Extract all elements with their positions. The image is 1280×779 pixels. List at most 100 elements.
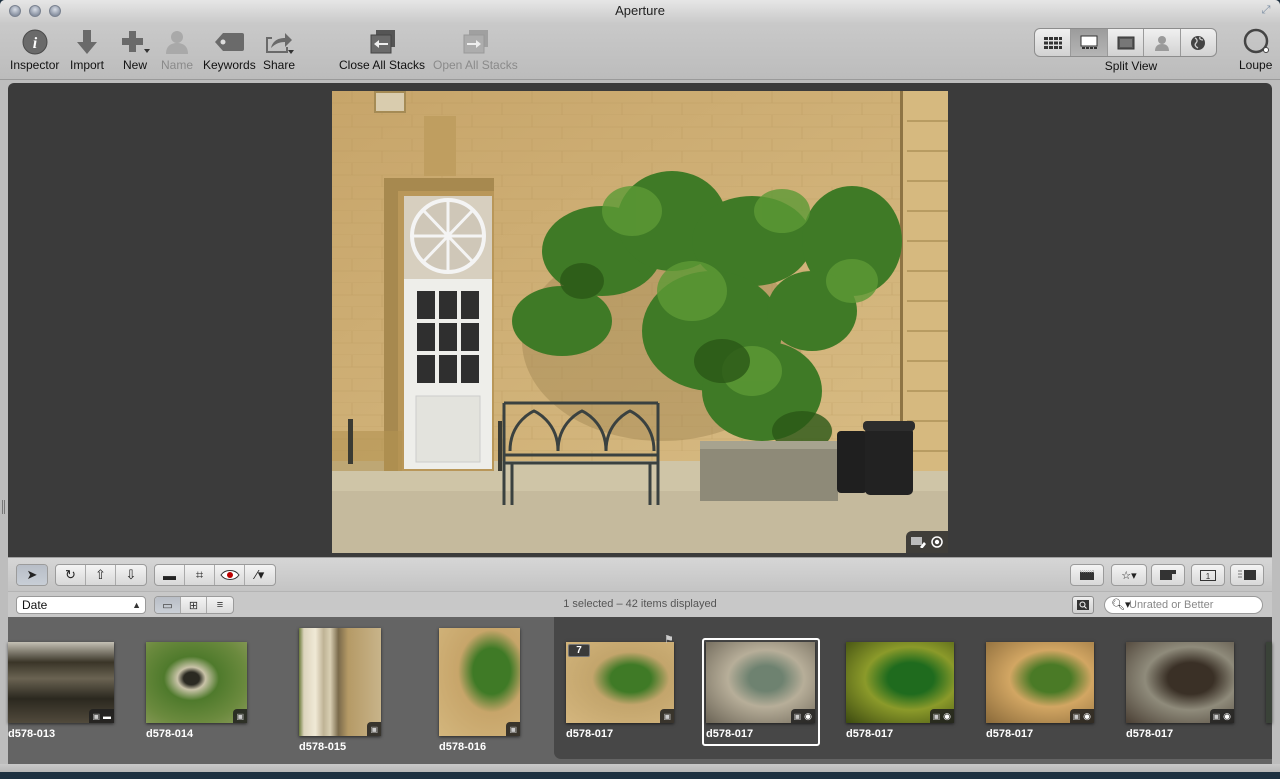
show-metadata-button[interactable] [1231, 565, 1263, 585]
sort-select[interactable]: Date ▲ [16, 596, 146, 614]
primary-only-button[interactable]: 1 [1192, 565, 1224, 585]
window-bottom-edge [0, 764, 1280, 772]
viewer-mode-button-wrap [1070, 564, 1104, 586]
crop-tool-button[interactable]: ⌗ [185, 565, 215, 585]
filmstrip-button-wrap [1151, 564, 1185, 586]
import-button[interactable]: Import [70, 28, 104, 72]
fullscreen-icon[interactable]: ⤢ [1260, 4, 1272, 16]
straighten-tool-button[interactable]: ▬ [155, 565, 185, 585]
rating-button-wrap: ☆▾ [1111, 564, 1147, 586]
brush-tool-button[interactable]: ⁄▾ [245, 565, 275, 585]
browser-view-button[interactable] [1035, 29, 1072, 56]
open-all-stacks-button[interactable]: Open All Stacks [433, 28, 518, 72]
thumbnail-badges: ▣ ◉ [929, 709, 954, 723]
new-button[interactable]: New [120, 28, 150, 72]
adjustments-badge-icon: ▣ [92, 711, 100, 721]
filmstrip-browser: ▣ ▬ d578-013 ▣ d578-014 ▣ d578-015 ▣ d57… [8, 617, 1272, 764]
selection-tool-button[interactable]: ➤ [17, 565, 47, 585]
panel-resize-handle[interactable] [2, 500, 5, 514]
thumbnail-caption: d578-017 [566, 728, 614, 740]
version-badge-icon: ◉ [1083, 710, 1091, 721]
filmstrip-layout-icon: ▭ [162, 599, 173, 612]
thumbnail-caption: d578-013 [8, 728, 56, 740]
metadata-button-wrap [1230, 564, 1264, 586]
thumbnail-badges: ▣ [506, 722, 520, 736]
arrow-pointer-icon: ➤ [26, 567, 38, 582]
filmstrip-layout-button[interactable]: ▭ [155, 597, 181, 613]
thumbnail-caption: d578-017 [1126, 728, 1174, 740]
share-icon [263, 28, 295, 56]
places-view-button[interactable] [1181, 29, 1216, 56]
adjustments-badge-icon: ▣ [793, 711, 802, 721]
thumbnail-caption: d578-017 [986, 728, 1034, 740]
search-field[interactable]: 🔍︎▾ Unrated or Better [1104, 596, 1263, 614]
share-button[interactable]: Share [263, 28, 295, 72]
straighten-icon: ▬ [163, 567, 176, 583]
viewer [8, 83, 1272, 557]
browser-filter-bar: 1 selected – 42 items displayed Date ▲ ▭… [8, 591, 1272, 617]
toolbar: Aperture ⤢ i Inspector Import New Name K… [0, 0, 1280, 80]
inspector-button[interactable]: i Inspector [10, 28, 59, 72]
red-eye-tool-button[interactable] [215, 565, 245, 585]
split-view-icon [1080, 35, 1098, 49]
adjustments-badge-icon: ▣ [236, 711, 244, 721]
thumbnail-image [1266, 642, 1272, 723]
svg-text:1: 1 [1206, 572, 1211, 581]
stack-count-badge[interactable]: 7 [568, 644, 590, 657]
thumbnail-image: ▣ [439, 628, 520, 736]
thumbnail-caption: d578-014 [146, 728, 194, 740]
photo-badges [906, 531, 948, 553]
version-badge-icon: ◉ [804, 710, 812, 721]
updown-arrows-icon: ▲ [132, 600, 141, 610]
thumbnail-image: ▣ ▬ [8, 642, 114, 723]
rotate-lift-stamp-group: ↻ ⇧ ⇩ [55, 564, 147, 586]
info-icon: i [22, 28, 48, 56]
thumbnail-image: ▣ [146, 642, 247, 723]
grid-layout-icon: ⊞ [188, 599, 199, 612]
adjustments-badge-icon [911, 537, 926, 548]
rotate-tool-button[interactable]: ↻ [56, 565, 86, 585]
version-badge-icon: ◉ [1223, 710, 1231, 721]
viewer-mode-icon [1080, 570, 1094, 580]
plus-icon [120, 28, 150, 56]
left-edge [0, 80, 8, 764]
adjustments-badge-icon: ▣ [509, 724, 517, 734]
filter-hud-button[interactable] [1072, 596, 1094, 614]
split-view-button[interactable] [1071, 29, 1108, 56]
svg-text:i: i [32, 35, 37, 52]
tool-strip: ➤ ↻ ⇧ ⇩ ▬ ⌗ ⁄▾ ☆▾ 1 [8, 557, 1272, 591]
stamp-tool-button[interactable]: ⇩ [116, 565, 146, 585]
crop-icon: ⌗ [195, 567, 204, 582]
filmstrip-button[interactable] [1152, 565, 1184, 585]
list-layout-button[interactable]: ≡ [207, 597, 233, 613]
viewer-icon [1117, 36, 1135, 49]
brush-icon: ⁄▾ [255, 567, 265, 582]
close-all-stacks-button[interactable]: Close All Stacks [339, 28, 425, 72]
grid-layout-button[interactable]: ⊞ [181, 597, 207, 613]
main-photo[interactable] [332, 91, 948, 553]
star-tag-icon: ☆▾ [1121, 569, 1137, 582]
selection-tool-group: ➤ [16, 564, 48, 586]
version-badge-icon [931, 536, 943, 548]
thumbnail-caption: d578-017 [706, 728, 754, 740]
window-title: Aperture [615, 3, 665, 18]
stamp-icon: ⇩ [125, 567, 137, 582]
viewer-view-button[interactable] [1108, 29, 1145, 56]
thumbnail-image: ▣ [299, 628, 381, 736]
thumbnail-badges: ▣ [660, 709, 674, 723]
faces-view-button[interactable] [1144, 29, 1181, 56]
keywords-button[interactable]: Keywords [203, 28, 256, 72]
search-placeholder: Unrated or Better [1129, 599, 1214, 611]
lift-tool-button[interactable]: ⇧ [86, 565, 116, 585]
stack-pick-flag-icon: ⚑ [664, 634, 674, 646]
grid-icon [1043, 36, 1062, 49]
viewer-mode-button[interactable] [1071, 565, 1103, 585]
thumbnail-caption: d578-017 [846, 728, 894, 740]
filter-hud-icon [1077, 600, 1089, 610]
name-button[interactable]: Name [161, 28, 193, 72]
loupe-button[interactable]: Loupe [1239, 28, 1272, 72]
thumbnail-badges: ▣ [233, 709, 247, 723]
lift-icon: ⇧ [95, 567, 106, 582]
browser-layout-control: ▭ ⊞ ≡ [154, 596, 234, 614]
rating-filter-button[interactable]: ☆▾ [1112, 565, 1146, 585]
